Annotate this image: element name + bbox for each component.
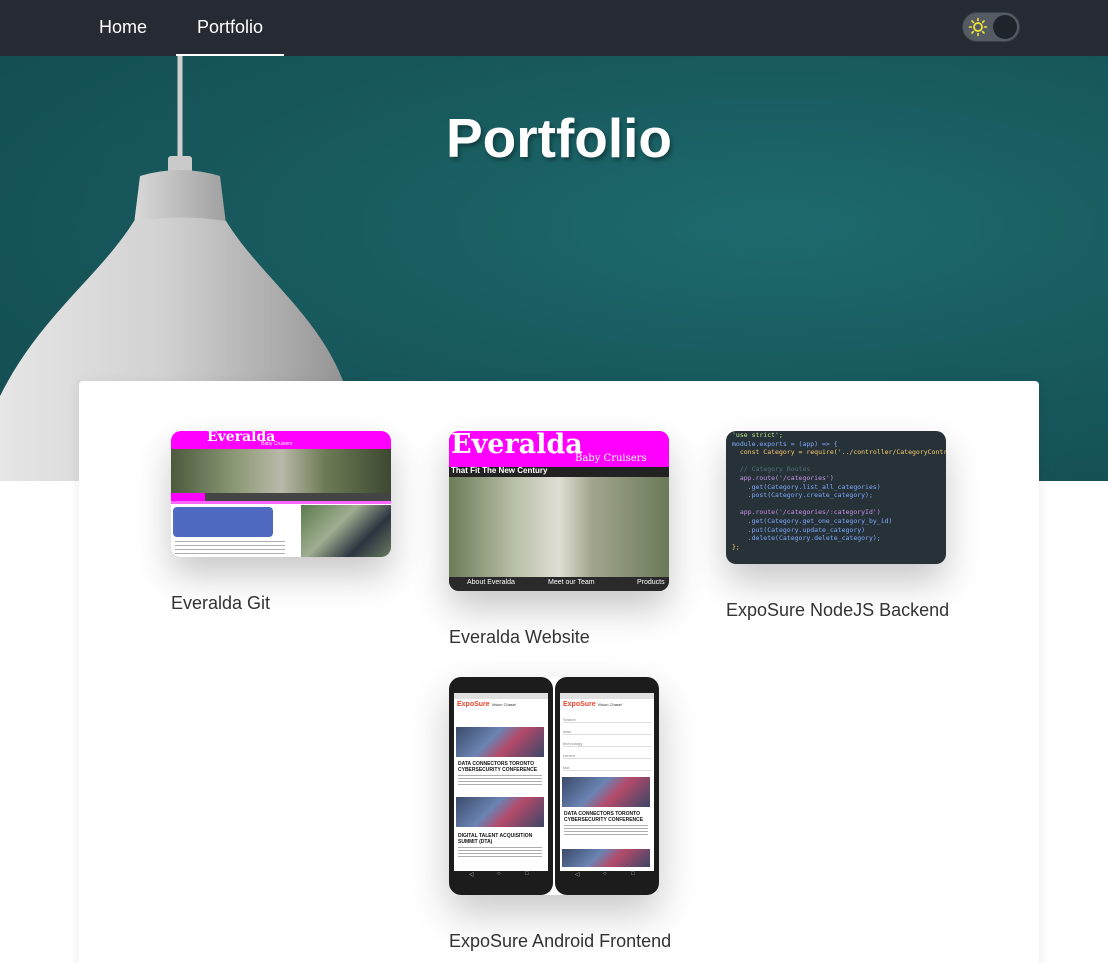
thumb-welcome-box (173, 507, 273, 537)
thumb-tagline: That Fit The New Century (451, 466, 548, 475)
event-image (562, 849, 650, 867)
phone-mockup: ExpoSure Vision Chase! Search data techn… (555, 677, 659, 895)
app-tag: Vision Chase! (597, 702, 623, 707)
event-image (562, 777, 650, 807)
search-input: Search (563, 717, 651, 723)
thumb-divider (171, 501, 391, 504)
thumb-nav-item: Meet our Team (548, 579, 595, 586)
recents-icon: □ (525, 871, 529, 877)
code-line: .get(Category.get_one_category_by_id) (732, 516, 893, 525)
nav-portfolio-link[interactable]: Portfolio (176, 0, 284, 56)
thumb-photo-2 (301, 505, 391, 557)
everalda-website-thumbnail[interactable]: Everalda Baby Cruisers That Fit The New … (449, 431, 669, 591)
app-tag: Vision Chase! (491, 702, 517, 707)
exposure-android-thumbnail[interactable]: ExpoSure Vision Chase! DATA CONNECTORS T… (449, 677, 659, 895)
event-title: DATA CONNECTORS TORONTO CYBERSECURITY CO… (564, 811, 644, 823)
code-line: module.exports = (app) => { (732, 439, 838, 448)
thumb-text-lines (175, 541, 285, 555)
sun-icon (968, 17, 988, 37)
code-snippet: 'use strict'; module.exports = (app) => … (732, 431, 946, 551)
navbar: Home Portfolio (0, 0, 1108, 56)
phone-nav-bar: ◁ ○ □ (555, 871, 659, 883)
page-title: Portfolio (445, 107, 673, 169)
app-logo: ExpoSure Vision Chase! (457, 701, 516, 708)
exposure-nodejs-thumbnail[interactable]: 'use strict'; module.exports = (app) => … (726, 431, 946, 564)
back-icon: ◁ (469, 872, 474, 878)
app-name: ExpoSure (457, 701, 490, 708)
project-caption[interactable]: Everalda Website (449, 627, 590, 648)
thumb-nav-item: Products (637, 579, 665, 586)
event-image (456, 727, 544, 757)
phone-screen: ExpoSure Vision Chase! Search data techn… (560, 693, 654, 871)
code-line: .put(Category.update_category) (732, 525, 866, 534)
search-history-item: fast (563, 765, 651, 771)
code-line: .get(Category.list_all_categories) (732, 482, 881, 491)
code-line: app.route('/categories') (732, 473, 834, 482)
code-line: .delete(Category.delete_category); (732, 534, 881, 543)
code-line: .post(Category.create_category); (732, 491, 873, 500)
home-icon: ○ (497, 871, 501, 877)
phone-mockup: ExpoSure Vision Chase! DATA CONNECTORS T… (449, 677, 553, 895)
code-line: // Category Routes (732, 465, 811, 474)
project-caption[interactable]: ExpoSure Android Frontend (449, 931, 671, 952)
project-caption[interactable]: Everalda Git (171, 593, 270, 614)
code-line: const Category = require('../controller/… (732, 448, 946, 457)
app-logo: ExpoSure Vision Chase! (563, 701, 622, 708)
code-line: 'use strict'; (732, 431, 783, 439)
event-details (564, 825, 648, 837)
thumb-navbar: About Everalda Meet our Team Products (449, 577, 669, 591)
back-icon: ◁ (575, 872, 580, 878)
search-history-item: conent (563, 753, 651, 759)
event-title: DIGITAL TALENT ACQUISITION SUMMIT (DTA) (458, 833, 533, 845)
event-details (458, 775, 542, 787)
status-bar (454, 693, 548, 699)
code-line: app.route('/categories/:categoryId') (732, 508, 881, 517)
thumb-nav-item: About Everalda (467, 579, 515, 586)
phone-screen: ExpoSure Vision Chase! DATA CONNECTORS T… (454, 693, 548, 871)
thumb-title: Everalda (451, 431, 583, 460)
toggle-knob (993, 15, 1017, 39)
thumb-subtitle: Baby Cruisers (575, 453, 647, 464)
code-line: }; (732, 542, 740, 551)
recents-icon: □ (631, 871, 635, 877)
project-caption[interactable]: ExpoSure NodeJS Backend (726, 600, 949, 621)
event-image (456, 797, 544, 827)
thumb-subtitle: Baby Cruisers (261, 441, 293, 447)
search-history-item: data (563, 729, 651, 735)
status-bar (560, 693, 654, 699)
nav-home-link[interactable]: Home (80, 0, 166, 56)
event-details (458, 847, 542, 859)
everalda-git-thumbnail[interactable]: Everalda Baby Cruisers (171, 431, 391, 557)
thumb-photo (449, 477, 669, 577)
phone-nav-bar: ◁ ○ □ (449, 871, 553, 883)
thumb-photo (171, 449, 391, 493)
app-name: ExpoSure (563, 701, 596, 708)
theme-toggle[interactable] (962, 12, 1020, 42)
event-title: DATA CONNECTORS TORONTO CYBERSECURITY CO… (458, 761, 538, 773)
home-icon: ○ (603, 871, 607, 877)
search-history-item: technology (563, 741, 651, 747)
thumb-navbar-active (171, 493, 205, 501)
portfolio-card: Everalda Baby Cruisers Everalda Git Ever… (79, 381, 1039, 963)
